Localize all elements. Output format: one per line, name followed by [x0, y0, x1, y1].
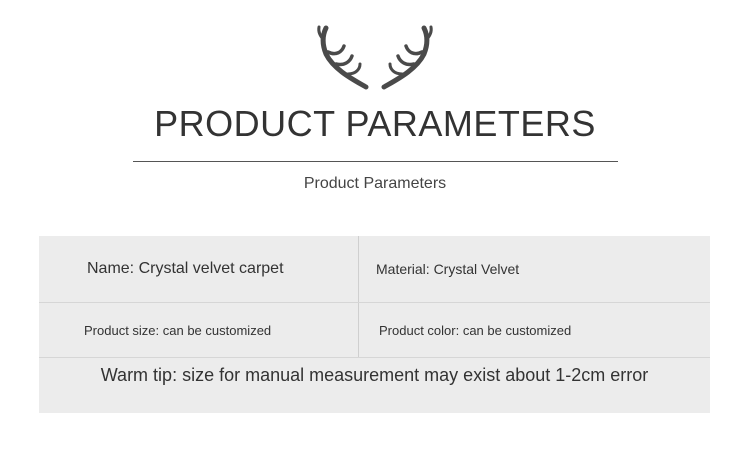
warm-tip: Warm tip: size for manual measurement ma…	[100, 364, 649, 385]
deer-antlers-icon	[317, 25, 433, 90]
column-divider	[358, 236, 359, 357]
param-color: Product color: can be customized	[379, 322, 572, 338]
param-name: Name: Crystal velvet carpet	[87, 260, 284, 277]
param-material: Material: Crystal Velvet	[376, 261, 520, 277]
param-size: Product size: can be customized	[84, 322, 272, 338]
title-divider	[133, 161, 618, 162]
page-title: PRODUCT PARAMETERS	[154, 103, 596, 144]
page-subtitle: Product Parameters	[303, 175, 447, 192]
parameters-table: Name: Crystal velvet carpet Material: Cr…	[39, 236, 710, 413]
